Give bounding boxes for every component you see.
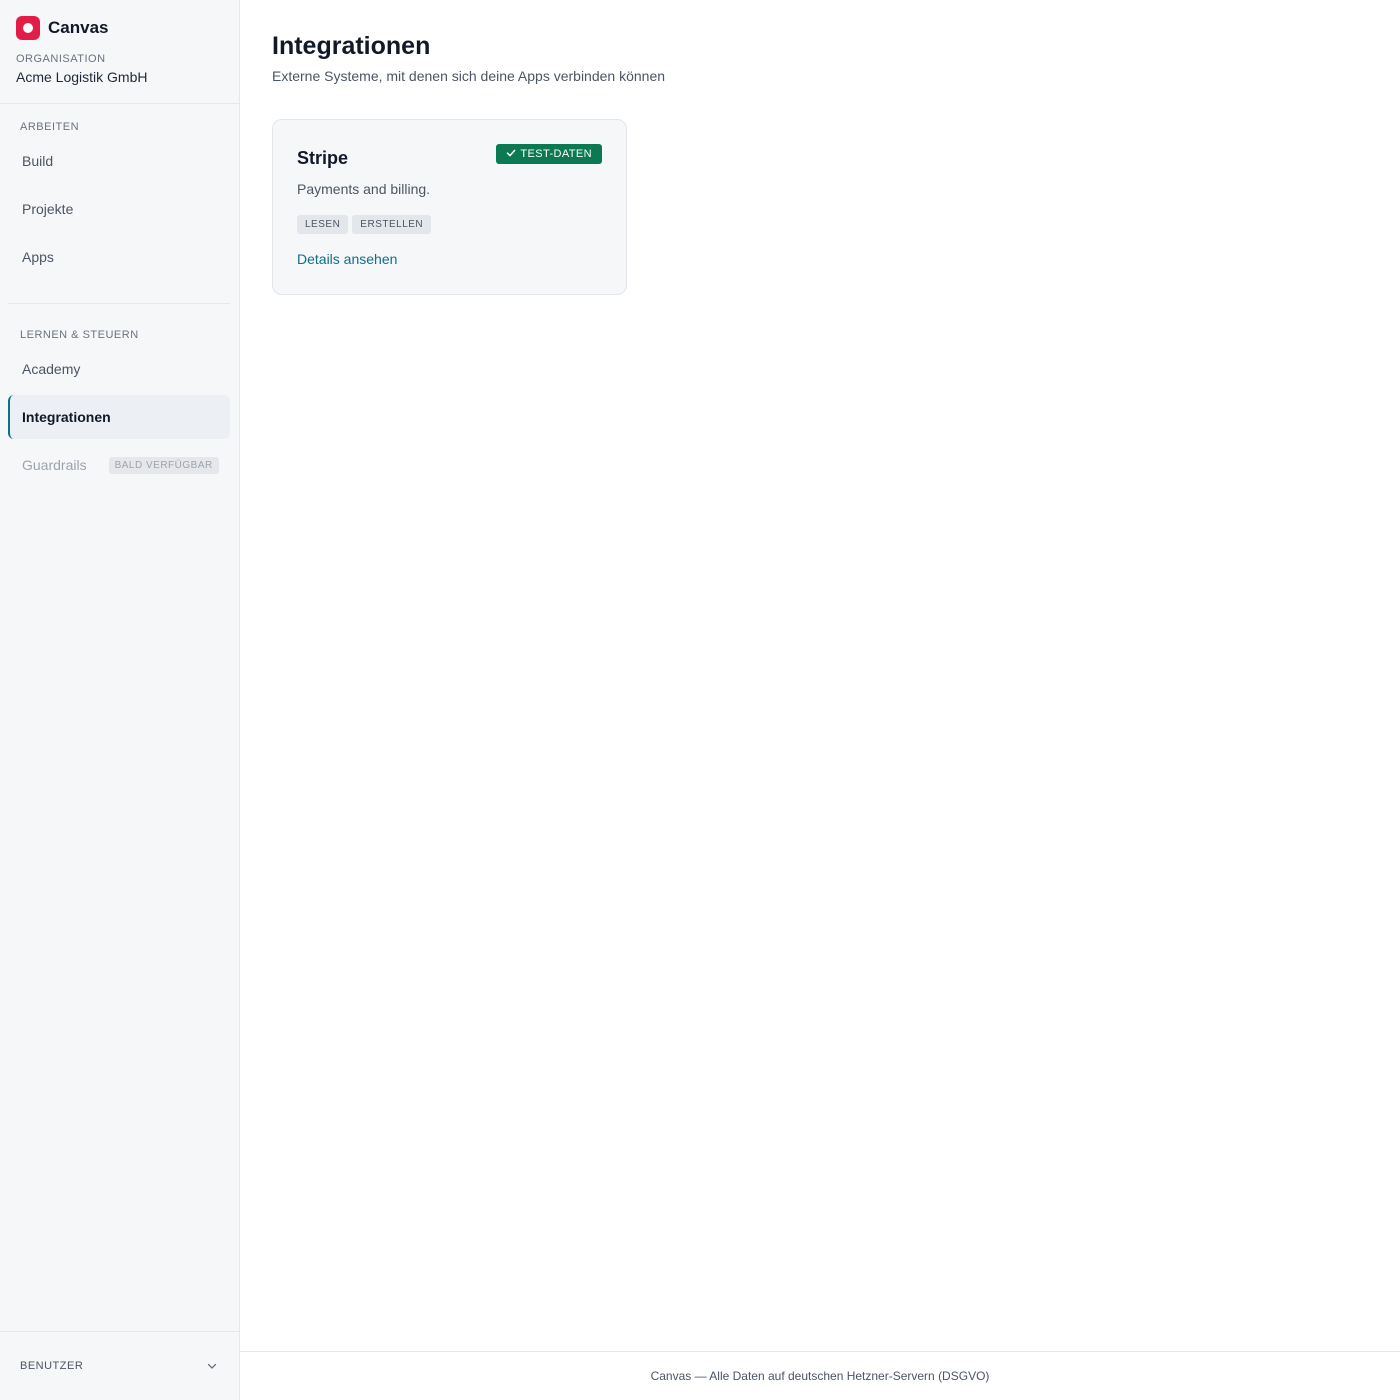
sidebar-item-projekte[interactable]: Projekte xyxy=(8,187,230,231)
chevron-down-icon[interactable] xyxy=(205,1359,219,1373)
check-icon xyxy=(506,148,516,161)
integration-card-stripe[interactable]: Stripe TEST-DATEN Payments and billing. … xyxy=(272,119,627,295)
sidebar-item-apps[interactable]: Apps xyxy=(8,235,230,279)
permission-tag-lesen: LESEN xyxy=(297,215,349,234)
footer-text: Canvas — Alle Daten auf deutschen Hetzne… xyxy=(650,1369,990,1383)
sidebar-item-label: Integrationen xyxy=(22,409,111,425)
sidebar-divider xyxy=(0,103,239,104)
user-menu[interactable]: BENUTZER xyxy=(0,1331,239,1400)
page-footer: Canvas — Alle Daten auf deutschen Hetzne… xyxy=(240,1351,1400,1400)
sidebar-item-guardrails: Guardrails BALD VERFÜGBAR xyxy=(8,443,230,487)
permission-tag-erstellen: ERSTELLEN xyxy=(352,215,432,234)
brand[interactable]: Canvas xyxy=(16,16,108,40)
sidebar-divider xyxy=(8,303,230,304)
main-content: Integrationen Externe Systeme, mit denen… xyxy=(240,0,1400,1400)
canvas-logo-icon xyxy=(16,16,40,40)
user-menu-label: BENUTZER xyxy=(20,1360,84,1372)
page-subtitle: Externe Systeme, mit denen sich deine Ap… xyxy=(272,68,666,84)
permission-tags: LESEN ERSTELLEN xyxy=(297,215,432,234)
page-title: Integrationen xyxy=(272,32,431,60)
section-label-lernen-steuern: LERNEN & STEUERN xyxy=(20,329,139,341)
details-link[interactable]: Details ansehen xyxy=(297,251,397,267)
status-badge-label: TEST-DATEN xyxy=(520,148,592,160)
sidebar-item-label: Academy xyxy=(22,361,81,377)
sidebar-item-build[interactable]: Build xyxy=(8,139,230,183)
coming-soon-badge: BALD VERFÜGBAR xyxy=(108,456,219,474)
sidebar-item-integrationen[interactable]: Integrationen xyxy=(8,395,230,439)
integration-name: Stripe xyxy=(297,148,349,168)
sidebar-item-label: Projekte xyxy=(22,201,74,217)
organisation-label: ORGANISATION xyxy=(16,53,106,65)
organisation-name: Acme Logistik GmbH xyxy=(16,69,148,85)
integration-description: Payments and billing. xyxy=(297,181,431,197)
sidebar-item-academy[interactable]: Academy xyxy=(8,347,230,391)
section-label-arbeiten: ARBEITEN xyxy=(20,121,80,133)
sidebar-item-label: Apps xyxy=(22,249,54,265)
status-badge: TEST-DATEN xyxy=(496,144,602,164)
sidebar-item-label: Build xyxy=(22,153,54,169)
sidebar-item-label: Guardrails xyxy=(22,457,87,473)
sidebar: Canvas ORGANISATION Acme Logistik GmbH A… xyxy=(0,0,240,1400)
brand-name: Canvas xyxy=(48,18,109,37)
